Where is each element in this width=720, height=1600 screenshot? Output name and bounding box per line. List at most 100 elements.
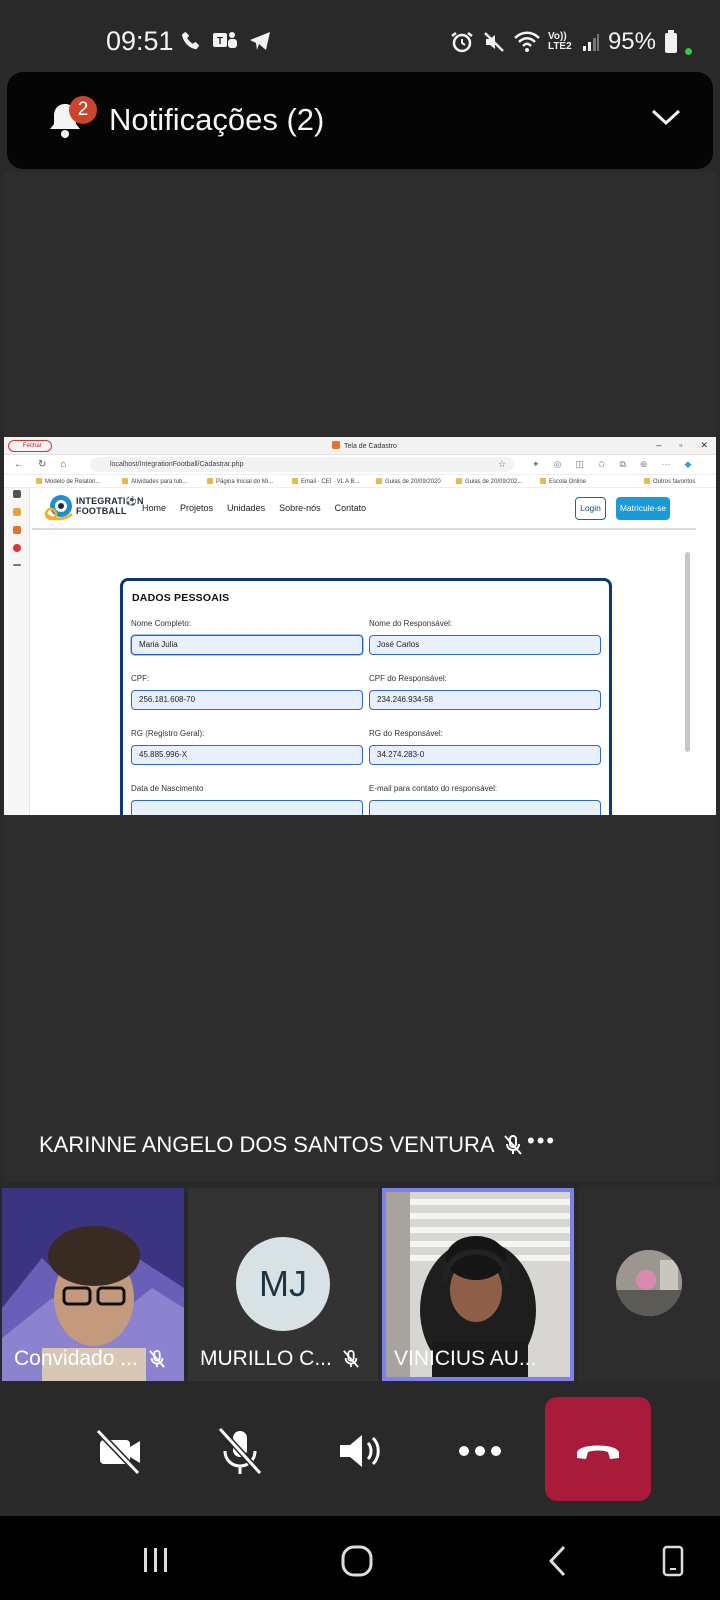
logo-line-2: FOOTBALL <box>76 506 127 516</box>
rg-input[interactable]: 45.885.996-X <box>131 745 363 765</box>
reload-icon[interactable]: ↻ <box>38 459 46 470</box>
teams-icon: T <box>213 32 237 48</box>
status-left-icons: T <box>180 30 272 52</box>
menu-item-sobre-nos[interactable]: Sobre-nós <box>279 503 321 513</box>
mic-muted-icon <box>342 1350 359 1368</box>
browser-profile-pill[interactable]: Fechar <box>8 440 52 452</box>
sidebar-app-icon[interactable] <box>13 544 21 552</box>
birthdate-input[interactable] <box>131 800 363 815</box>
recents-icon[interactable] <box>140 1544 172 1576</box>
split-icon[interactable]: ◫ <box>575 459 584 470</box>
shield-icon[interactable]: ⊛ <box>640 459 648 470</box>
status-right-icons: Vo)) LTE2 95% <box>450 28 678 56</box>
site-header: INTEGRATI⚽N FOOTBALL Home Projetos Unida… <box>32 488 696 530</box>
close-icon[interactable]: ✕ <box>700 440 708 451</box>
cpf-input[interactable]: 256.181.608-70 <box>131 690 363 710</box>
participant-name-label: Convidado ... <box>14 1347 166 1371</box>
battery-percent: 95% <box>607 28 656 55</box>
bookmark-item[interactable]: Guias de 20/09/202... <box>456 478 522 485</box>
sidebar-divider <box>13 564 21 566</box>
notifications-title: Notificações (2) <box>109 102 325 137</box>
field-label: CPF: <box>131 674 150 683</box>
hang-up-button[interactable] <box>545 1397 651 1501</box>
bookmark-item[interactable]: Escola Online <box>540 478 586 485</box>
wifi-icon <box>514 31 540 52</box>
speaker-more-options-button[interactable]: ••• <box>527 1128 556 1154</box>
guardian-name-input[interactable]: José Carlos <box>369 635 601 655</box>
favorites-icon[interactable]: ✩ <box>598 459 606 470</box>
site-logo-text: INTEGRATI⚽N FOOTBALL <box>76 496 144 516</box>
participant-tile[interactable]: Convidado ... <box>2 1188 184 1381</box>
website: INTEGRATI⚽N FOOTBALL Home Projetos Unida… <box>32 488 696 815</box>
browser-tab-title[interactable]: Tela de Cadastro <box>332 441 397 450</box>
field-label: RG do Responsável: <box>369 729 443 738</box>
cpf-field: CPF: 256.181.608-70 <box>131 674 363 710</box>
full-name-input[interactable]: Maria Julia <box>131 635 363 655</box>
telegram-icon <box>250 32 270 50</box>
more-options-icon[interactable] <box>450 1421 510 1481</box>
bookmark-item[interactable]: Guias de 20/09/2020 <box>376 478 441 485</box>
status-time: 09:51 <box>106 26 174 56</box>
home-icon[interactable]: ⌂ <box>60 459 66 470</box>
menu-dots-icon[interactable]: ··· <box>661 459 670 470</box>
signup-button[interactable]: Matricule-se <box>616 497 670 520</box>
shared-screen: Fechar Tela de Cadastro – ▫ ✕ ← ↻ ⌂ loca… <box>4 437 716 815</box>
menu-item-contato[interactable]: Contato <box>335 503 367 513</box>
participant-strip: Convidado ... MJ MURILLO C... VINICIUS A… <box>0 1188 720 1381</box>
bookmark-item[interactable]: Email · CEI · VL A B... <box>292 478 359 485</box>
refresh-icon[interactable]: ◎ <box>554 459 562 470</box>
back-arrow-icon[interactable]: ← <box>14 459 24 470</box>
browser-nav-icons: ← ↻ ⌂ <box>14 459 66 470</box>
mic-off-icon[interactable] <box>210 1421 270 1481</box>
maximize-icon[interactable]: ▫ <box>679 440 682 451</box>
url-field[interactable]: localhost/IntegrationFootball/Cadastrar.… <box>90 457 514 472</box>
football-logo-icon[interactable] <box>44 494 74 522</box>
collections-icon[interactable]: ⧉ <box>619 459 625 470</box>
form-title: DADOS PESSOAIS <box>132 592 230 604</box>
guardian-cpf-field: CPF do Responsável: 234.246.934-58 <box>369 674 601 710</box>
full-name-field: Nome Completo: Maria Julia <box>131 619 363 655</box>
phone-icon <box>181 31 200 50</box>
field-label: Nome do Responsável: <box>369 619 453 628</box>
extension-icon[interactable]: ✦ <box>532 459 540 470</box>
guardian-name-field: Nome do Responsável: José Carlos <box>369 619 601 655</box>
participant-tile-speaking[interactable]: VINICIUS AU... <box>382 1188 574 1381</box>
login-button[interactable]: Login <box>575 497 606 520</box>
rg-field: RG (Registro Geral): 45.885.996-X <box>131 729 363 765</box>
browser-tab-bar: Fechar Tela de Cadastro – ▫ ✕ <box>4 437 716 455</box>
minimize-icon[interactable]: – <box>656 440 661 451</box>
home-button-icon[interactable] <box>340 1544 374 1578</box>
avatar <box>616 1250 682 1316</box>
copilot-icon[interactable]: ◆ <box>684 459 691 470</box>
guardian-cpf-input[interactable]: 234.246.934-58 <box>369 690 601 710</box>
bookmark-item[interactable]: Atividades para tub... <box>122 478 187 485</box>
guardian-rg-input[interactable]: 34.274.283-0 <box>369 745 601 765</box>
chevron-down-icon[interactable] <box>651 108 681 126</box>
system-nav-bar <box>0 1516 720 1600</box>
bookmark-item[interactable]: Outros favoritos <box>644 478 695 485</box>
menu-item-home[interactable]: Home <box>142 503 166 513</box>
sidebar-app-icon[interactable] <box>13 526 21 534</box>
rotate-icon[interactable] <box>660 1544 686 1578</box>
guardian-email-input[interactable] <box>369 800 601 815</box>
site-menu: Home Projetos Unidades Sobre-nós Contato <box>142 503 366 513</box>
camera-off-icon[interactable] <box>90 1421 150 1481</box>
svg-text:T: T <box>217 36 223 47</box>
menu-item-projetos[interactable]: Projetos <box>180 503 213 513</box>
extension-icons: ✦ ◎ ◫ ✩ ⧉ ⊛ ··· ◆ <box>532 459 691 470</box>
sidebar-app-icon[interactable] <box>13 508 21 516</box>
menu-item-unidades[interactable]: Unidades <box>227 503 265 513</box>
back-icon[interactable] <box>546 1544 570 1578</box>
bookmark-item[interactable]: Modelo de Relatóri... <box>36 478 100 485</box>
notifications-banner[interactable]: 2 Notificações (2) <box>7 72 713 169</box>
logo-line-1: INTEGRATI⚽N <box>76 496 144 506</box>
page-scrollbar[interactable] <box>685 552 690 752</box>
mic-muted-icon <box>148 1350 165 1368</box>
privacy-dot <box>685 48 692 55</box>
bookmark-item[interactable]: Página Inicial do Mi... <box>207 478 273 485</box>
tabs-icon[interactable] <box>13 490 21 498</box>
speaker-icon[interactable] <box>330 1421 390 1481</box>
participant-tile[interactable]: MJ MURILLO C... <box>188 1188 378 1381</box>
participant-tile[interactable] <box>578 1188 720 1381</box>
star-icon[interactable]: ☆ <box>498 457 506 472</box>
